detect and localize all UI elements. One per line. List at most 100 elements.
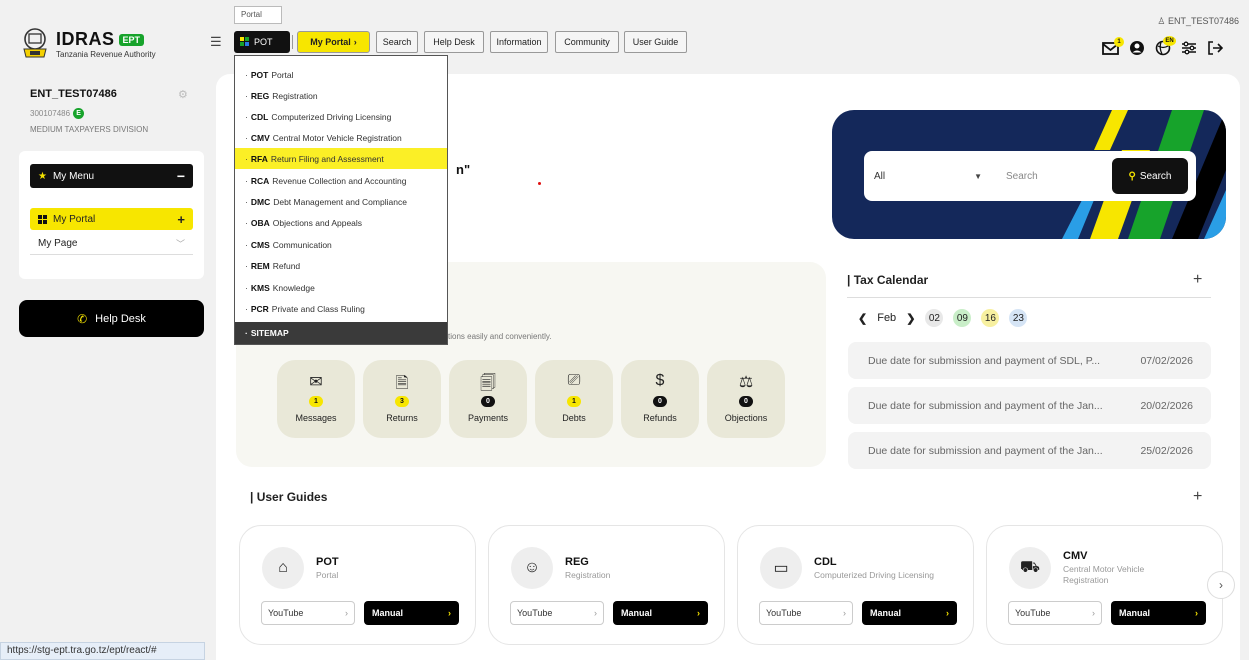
user-guides-title-text: User Guides bbox=[256, 490, 328, 504]
idras-logo[interactable]: IDRAS EPT Tanzania Revenue Authority bbox=[20, 24, 190, 64]
stat-messages[interactable]: ✉ 1 Messages bbox=[277, 360, 355, 438]
youtube-button[interactable]: YouTube › bbox=[759, 601, 853, 625]
calendar-day[interactable]: 02 bbox=[925, 309, 944, 327]
sidebar-item-my-page[interactable]: My Page ﹀ bbox=[30, 233, 193, 255]
user-name: ENT_TEST07486 bbox=[30, 88, 117, 100]
mail-icon[interactable]: 1 bbox=[1102, 36, 1124, 60]
stat-count: 1 bbox=[309, 396, 323, 407]
phone-icon: ✆ bbox=[77, 311, 88, 326]
stat-debts[interactable]: ⎚ 1 Debts bbox=[535, 360, 613, 438]
guide-code: CDL bbox=[814, 556, 837, 568]
nav-community-button[interactable]: Community bbox=[555, 31, 619, 53]
youtube-button[interactable]: YouTube › bbox=[1008, 601, 1102, 625]
dropdown-item-pot[interactable]: · POT Portal bbox=[235, 64, 447, 85]
settings-gear-icon[interactable]: ⚙ bbox=[178, 88, 188, 101]
dropdown-sitemap-link[interactable]: · SITEMAP bbox=[235, 322, 447, 344]
stat-refunds[interactable]: $ 0 Refunds bbox=[621, 360, 699, 438]
dropdown-item-cms[interactable]: · CMS Communication bbox=[235, 234, 447, 255]
nav-information-button[interactable]: Information bbox=[490, 31, 548, 53]
manual-button[interactable]: Manual › bbox=[1111, 601, 1206, 625]
search-button[interactable]: ⚲ Search bbox=[1112, 158, 1188, 194]
dropdown-item-code: CMS bbox=[250, 239, 270, 250]
stat-payments[interactable]: 🗐 0 Payments bbox=[449, 360, 527, 438]
calendar-day[interactable]: 16 bbox=[981, 309, 1000, 327]
manual-button[interactable]: Manual › bbox=[364, 601, 459, 625]
chevron-left-icon[interactable]: ❮ bbox=[858, 312, 867, 325]
chevron-right-icon: › bbox=[345, 608, 348, 618]
guide-code: CMV bbox=[1063, 550, 1088, 562]
nav-user-guide-button[interactable]: User Guide bbox=[624, 31, 687, 53]
stat-count: 1 bbox=[567, 396, 581, 407]
add-icon[interactable]: + bbox=[177, 212, 185, 227]
search-category-select[interactable]: All ▼ bbox=[872, 171, 982, 182]
dropdown-item-oba[interactable]: · OBA Objections and Appeals bbox=[235, 212, 447, 233]
dropdown-item-kms[interactable]: · KMS Knowledge bbox=[235, 277, 447, 298]
youtube-label: YouTube bbox=[517, 608, 553, 618]
user-icon: ♙ bbox=[1157, 16, 1166, 26]
youtube-button[interactable]: YouTube › bbox=[261, 601, 355, 625]
manual-button[interactable]: Manual › bbox=[862, 601, 957, 625]
invoice-icon: 🗐 bbox=[480, 375, 496, 392]
mail-count-badge: 1 bbox=[1114, 36, 1124, 47]
stat-label: Debts bbox=[562, 413, 586, 423]
nav-help-desk-button[interactable]: Help Desk bbox=[424, 31, 484, 53]
dropdown-item-rem[interactable]: · REM Refund bbox=[235, 255, 447, 276]
nav-search-button[interactable]: Search bbox=[376, 31, 418, 53]
dropdown-item-pcr[interactable]: · PCR Private and Class Ruling bbox=[235, 298, 447, 319]
dropdown-item-reg[interactable]: · REG Registration bbox=[235, 85, 447, 106]
logout-icon[interactable] bbox=[1207, 40, 1224, 60]
chevron-right-icon[interactable]: ❯ bbox=[906, 312, 915, 325]
nav-pot-label: POT bbox=[254, 37, 273, 47]
calendar-day[interactable]: 23 bbox=[1009, 309, 1028, 327]
profile-icon[interactable] bbox=[1129, 40, 1145, 60]
nav-pot-button[interactable]: POT bbox=[234, 31, 290, 53]
dropdown-item-code: POT bbox=[250, 69, 269, 80]
account-name[interactable]: ♙ ENT_TEST07486 bbox=[1157, 16, 1239, 27]
due-date-item[interactable]: Due date for submission and payment of S… bbox=[848, 342, 1211, 379]
search-input[interactable]: Search bbox=[1006, 171, 1112, 182]
tax-calendar-title: | Tax Calendar bbox=[847, 273, 929, 287]
dropdown-item-rca[interactable]: · RCA Revenue Collection and Accounting bbox=[235, 170, 447, 191]
collapse-icon: − bbox=[176, 168, 185, 184]
chevron-right-icon: › bbox=[353, 37, 357, 47]
manual-button[interactable]: Manual › bbox=[613, 601, 708, 625]
guide-name: Computerized Driving Licensing bbox=[814, 570, 935, 580]
youtube-button[interactable]: YouTube › bbox=[510, 601, 604, 625]
expand-plus-icon[interactable]: + bbox=[1193, 488, 1202, 506]
dropdown-item-code: OBA bbox=[250, 217, 270, 228]
guide-name: Portal bbox=[316, 570, 339, 580]
stat-label: Objections bbox=[724, 413, 768, 423]
guide-name: Central Motor Vehicle Registration bbox=[1063, 564, 1145, 585]
my-menu-toggle[interactable]: ★ My Menu − bbox=[30, 164, 193, 188]
due-date-item[interactable]: Due date for submission and payment of t… bbox=[848, 432, 1211, 469]
stat-count: 3 bbox=[395, 396, 409, 407]
dropdown-item-cmv[interactable]: · CMV Central Motor Vehicle Registration bbox=[235, 127, 447, 148]
settings-sliders-icon[interactable] bbox=[1181, 41, 1197, 59]
carousel-next-button[interactable]: › bbox=[1207, 571, 1235, 599]
license-card-icon: ▭ bbox=[760, 547, 802, 589]
sidebar-item-my-portal[interactable]: My Portal + bbox=[30, 208, 193, 230]
search-box: All ▼ Search ⚲ Search bbox=[864, 151, 1196, 201]
help-desk-label: Help Desk bbox=[95, 312, 146, 325]
stat-returns[interactable]: 🗎 3 Returns bbox=[363, 360, 441, 438]
dropdown-item-rfa[interactable]: · RFA Return Filing and Assessment bbox=[235, 148, 447, 169]
dropdown-item-code: DMC bbox=[250, 196, 271, 207]
expand-plus-icon[interactable]: + bbox=[1193, 271, 1202, 289]
stat-objections[interactable]: ⚖ 0 Objections bbox=[707, 360, 785, 438]
dropdown-item-cdl[interactable]: · CDL Computerized Driving Licensing bbox=[235, 106, 447, 127]
guide-code: POT bbox=[316, 556, 339, 568]
stats-description: tions easily and conveniently. bbox=[448, 332, 552, 341]
dropdown-item-label: Knowledge bbox=[272, 282, 315, 293]
sidebar-menu-card: ★ My Menu − My Portal + My Page ﹀ bbox=[19, 151, 204, 279]
nav-my-portal-button[interactable]: My Portal › bbox=[297, 31, 370, 53]
help-desk-button[interactable]: ✆ Help Desk bbox=[19, 300, 204, 337]
monitor-chart-icon: ⎚ bbox=[567, 372, 581, 389]
dropdown-item-dmc[interactable]: · DMC Debt Management and Compliance bbox=[235, 191, 447, 212]
language-globe-icon[interactable]: EN bbox=[1155, 36, 1176, 60]
dropdown-item-label: Registration bbox=[272, 90, 318, 101]
scales-icon: ⚖ bbox=[738, 374, 754, 391]
due-date-item[interactable]: Due date for submission and payment of t… bbox=[848, 387, 1211, 424]
calendar-day[interactable]: 09 bbox=[953, 309, 972, 327]
youtube-label: YouTube bbox=[1015, 608, 1051, 618]
hamburger-menu-icon[interactable]: ☰ bbox=[210, 34, 222, 50]
